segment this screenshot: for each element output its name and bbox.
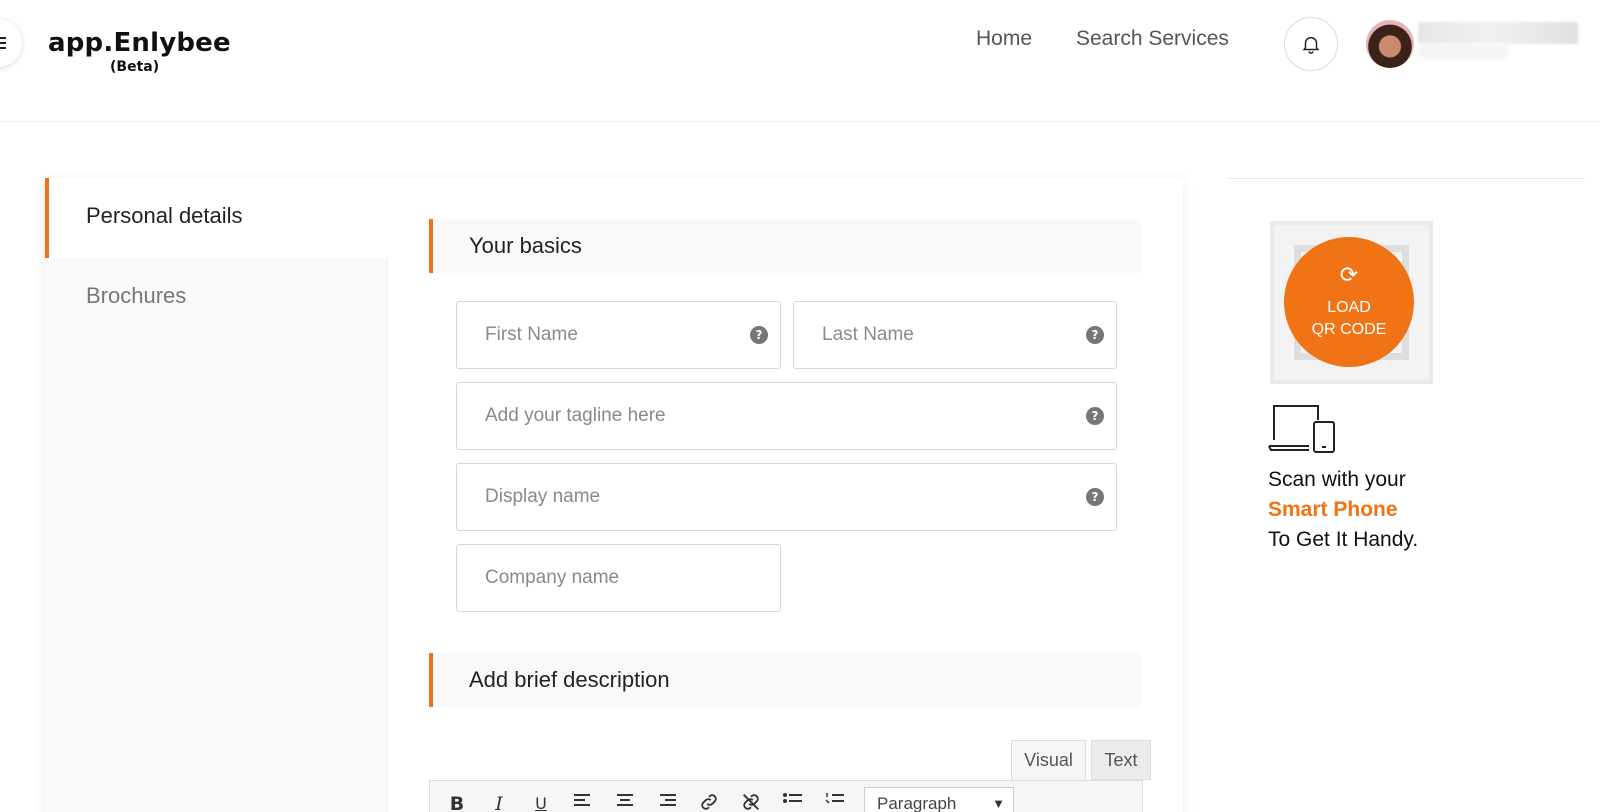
avatar[interactable] — [1366, 20, 1414, 68]
italic-icon[interactable]: I — [486, 791, 512, 812]
editor-toolbar: B I U Paragraph ▼ — [429, 780, 1143, 812]
paragraph-format-value: Paragraph — [877, 794, 957, 812]
username-redacted-secondary — [1418, 44, 1508, 58]
scan-line-1: Scan with your — [1268, 468, 1406, 491]
display-name-input[interactable] — [457, 464, 1116, 530]
align-center-icon[interactable] — [612, 791, 638, 812]
paragraph-format-select[interactable]: Paragraph ▼ — [864, 787, 1014, 812]
refresh-icon: ⟳ — [1339, 263, 1359, 288]
sidebar-item-brochures[interactable]: Brochures — [45, 258, 388, 338]
logo-beta-label: (Beta) — [110, 59, 160, 75]
sidebar: Personal details Brochures — [45, 178, 388, 812]
caret-down-icon: ▼ — [992, 796, 1005, 811]
display-name-field: ? — [456, 463, 1117, 531]
app-logo[interactable]: app.Enlybee (Beta) — [48, 28, 231, 75]
right-panel-divider — [1228, 178, 1585, 179]
last-name-field: ? — [793, 301, 1117, 369]
laptop-phone-icon — [1268, 405, 1335, 453]
align-right-icon[interactable] — [654, 791, 680, 812]
bold-icon[interactable]: B — [444, 791, 470, 812]
help-icon[interactable]: ? — [1086, 407, 1104, 425]
profile-editor-card: Personal details Brochures Your basics ?… — [45, 178, 1183, 812]
link-icon[interactable] — [696, 791, 722, 812]
help-icon[interactable]: ? — [1086, 326, 1104, 344]
underline-icon[interactable]: U — [528, 791, 554, 812]
unlink-icon[interactable] — [738, 791, 764, 812]
align-left-icon[interactable] — [570, 791, 596, 812]
username-redacted — [1418, 22, 1578, 44]
qr-button-line1: LOAD — [1327, 299, 1371, 316]
load-qr-code-button[interactable]: ⟳ LOAD QR CODE — [1284, 237, 1414, 367]
logo-title: app.Enlybee — [48, 28, 231, 58]
tagline-input[interactable] — [457, 383, 1116, 449]
company-name-input[interactable] — [457, 545, 780, 611]
section-title-brief-description: Add brief description — [429, 653, 1141, 707]
nav-home-link[interactable]: Home — [976, 27, 1032, 55]
notifications-button[interactable] — [1284, 17, 1338, 71]
bell-icon — [1302, 36, 1320, 54]
numbered-list-icon[interactable] — [822, 791, 848, 812]
scan-line-3: To Get It Handy. — [1268, 528, 1419, 551]
tagline-field: ? — [456, 382, 1117, 450]
scan-highlight: Smart Phone — [1268, 498, 1398, 521]
qr-button-line2: QR CODE — [1311, 321, 1387, 338]
last-name-input[interactable] — [794, 302, 1116, 368]
editor-tab-visual[interactable]: Visual — [1011, 740, 1086, 782]
editor-tab-text[interactable]: Text — [1091, 740, 1151, 780]
company-name-field — [456, 544, 781, 612]
nav-search-services-link[interactable]: Search Services — [1076, 27, 1229, 55]
help-icon[interactable]: ? — [1086, 488, 1104, 506]
scan-instructions: Scan with your Smart Phone To Get It Han… — [1268, 465, 1418, 555]
first-name-input[interactable] — [457, 302, 780, 368]
top-header: app.Enlybee (Beta) Home Search Services — [0, 0, 1600, 122]
menu-toggle-button[interactable] — [0, 19, 22, 67]
sidebar-item-personal-details[interactable]: Personal details — [45, 178, 388, 258]
hamburger-icon — [0, 37, 6, 49]
bulleted-list-icon[interactable] — [780, 791, 806, 812]
first-name-field: ? — [456, 301, 781, 369]
section-title-your-basics: Your basics — [429, 219, 1141, 273]
help-icon[interactable]: ? — [750, 326, 768, 344]
